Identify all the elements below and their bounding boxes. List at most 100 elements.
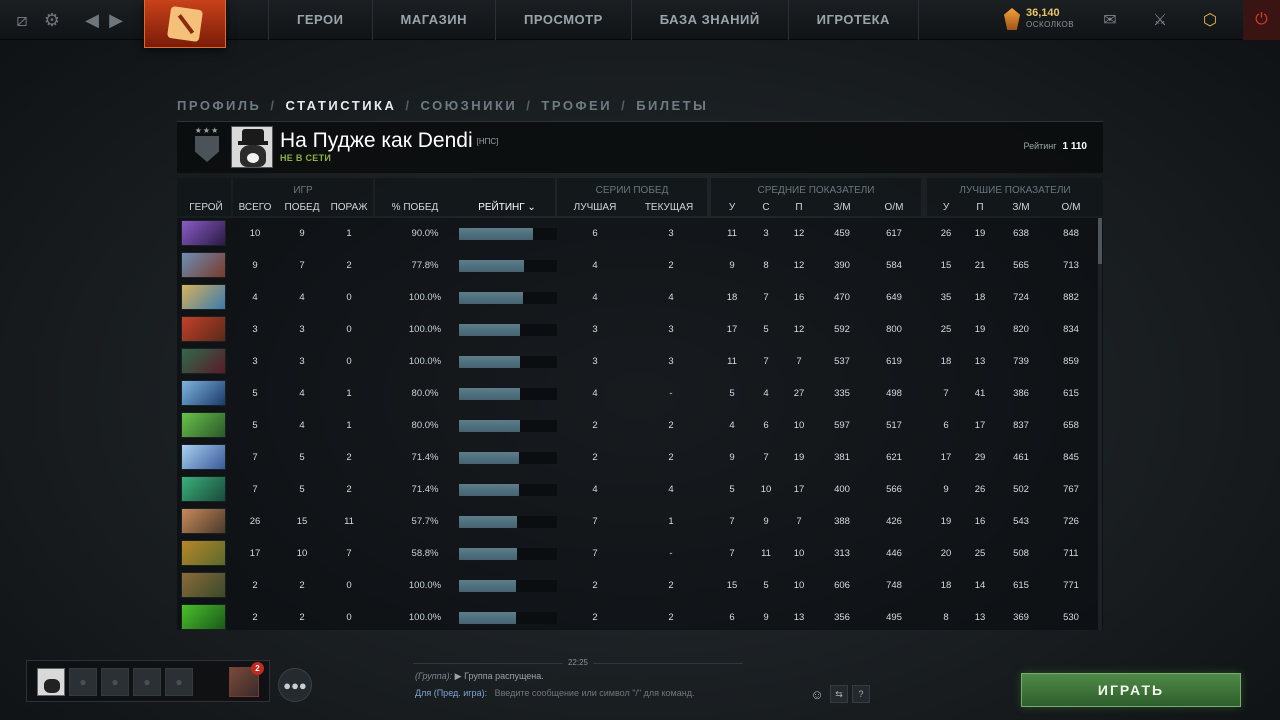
hero-portrait[interactable] [181,508,226,534]
hero-portrait[interactable] [181,284,226,310]
cell-best-streak: 6 [592,228,598,239]
dota-logo-icon [166,5,204,42]
hero-portrait[interactable] [181,476,226,502]
hero-portrait[interactable] [181,220,226,246]
table-row[interactable]: 10 9 1 90.0% 6 3 11 3 12 459 617 26 19 638 848 [177,218,1097,250]
col-best-streak[interactable]: ЛУЧШАЯ [570,202,620,213]
play-button[interactable]: ИГРАТЬ [1021,673,1241,707]
col-best-gpm[interactable]: З/М [1001,202,1041,213]
table-row[interactable]: 2 2 0 100.0% 2 2 6 9 13 356 495 8 13 369 530 [177,602,1097,634]
chat-timestamp: 22:25 [413,658,743,667]
col-total[interactable]: ВСЕГО [235,202,275,213]
cell-avg-assists: 19 [793,452,805,463]
tab-tickets[interactable]: БИЛЕТЫ [636,98,708,113]
chat-channel-switch-icon[interactable]: ⇆ [830,685,848,703]
col-hero[interactable]: ГЕРОЙ [186,202,226,213]
hero-portrait[interactable] [181,444,226,470]
cell-current-streak: 3 [668,356,674,367]
cell-avg-gpm: 597 [834,420,850,431]
nav-learn[interactable]: БАЗА ЗНАНИЙ [632,0,789,40]
tab-allies[interactable]: СОЮЗНИКИ [421,98,518,113]
nav-watch[interactable]: ПРОСМОТР [496,0,632,40]
col-wins[interactable]: ПОБЕД [282,202,322,213]
col-avg-gpm[interactable]: З/М [822,202,862,213]
dota-plus-button-icon[interactable]: ⬡ [1193,0,1227,40]
cell-best-assists: 13 [974,612,986,623]
cell-best-streak: 4 [592,260,598,271]
dota-logo-button[interactable] [144,0,226,48]
table-row[interactable]: 3 3 0 100.0% 3 3 11 7 7 537 619 18 13 739 859 [177,346,1097,378]
cell-losses: 2 [346,452,352,463]
cell-winrate: 100.0% [408,324,442,335]
rating-bar-fill [459,516,517,528]
back-icon[interactable]: ◀ [80,8,104,32]
col-winrate[interactable]: % ПОБЕД [385,202,445,213]
forward-icon[interactable]: ▶ [104,8,128,32]
cell-best-assists: 19 [974,324,986,335]
col-current-streak[interactable]: ТЕКУЩАЯ [642,202,696,213]
table-row[interactable]: 3 3 0 100.0% 3 3 17 5 12 592 800 25 19 820 834 [177,314,1097,346]
settings-icon[interactable]: ⚙ [40,8,64,32]
col-rating-sorted[interactable]: РЕЙТИНГ ⌄ [472,202,542,213]
power-icon[interactable]: ⏻ [1243,0,1280,40]
hero-portrait[interactable] [181,348,226,374]
hero-portrait[interactable] [181,412,226,438]
cell-current-streak: 2 [668,260,674,271]
party-member-avatar[interactable] [37,668,65,696]
help-icon[interactable]: ? [852,685,870,703]
tab-trophies[interactable]: ТРОФЕИ [541,98,612,113]
table-row[interactable]: 9 7 2 77.8% 4 2 9 8 12 390 584 15 21 565 713 [177,250,1097,282]
notification-hero-portrait[interactable]: 2 [229,662,264,697]
empty-party-slot[interactable]: ● [69,668,97,696]
table-scrollbar[interactable] [1098,218,1102,630]
table-row[interactable]: 7 5 2 71.4% 4 4 5 10 17 400 566 9 26 502 767 [177,474,1097,506]
cell-best-xpm: 771 [1063,580,1079,591]
rating-bar-fill [459,324,520,336]
armory-icon[interactable]: ⚔ [1143,0,1177,40]
scrollbar-thumb[interactable] [1098,218,1102,264]
cell-avg-gpm: 537 [834,356,850,367]
col-losses[interactable]: ПОРАЖ [329,202,369,213]
cell-wins: 7 [299,260,305,271]
hero-portrait[interactable] [181,316,226,342]
hero-portrait[interactable] [181,572,226,598]
shards-counter[interactable]: 36,140 ОСКОЛКОВ [1004,8,1074,30]
cell-best-assists: 29 [974,452,986,463]
col-best-assists[interactable]: П [960,202,1000,213]
hero-portrait[interactable] [181,540,226,566]
cell-best-streak: 2 [592,420,598,431]
avatar[interactable] [231,126,273,168]
hero-portrait[interactable] [181,252,226,278]
hero-portrait[interactable] [181,380,226,406]
chat-input[interactable]: Для (Пред. игра): Введите сообщение или … [415,688,694,698]
hero-portrait[interactable] [181,604,226,630]
table-row[interactable]: 5 4 1 80.0% 2 2 4 6 10 597 517 6 17 837 658 [177,410,1097,442]
friends-icon[interactable]: ●●● [278,668,312,702]
dota-plus-icon[interactable]: ⧄ [10,8,34,32]
empty-party-slot[interactable]: ● [133,668,161,696]
table-row[interactable]: 26 15 11 57.7% 7 1 7 9 7 388 426 19 16 543 726 [177,506,1097,538]
col-best-xpm[interactable]: О/М [1051,202,1091,213]
rating-bar [459,292,557,304]
table-row[interactable]: 7 5 2 71.4% 2 2 9 7 19 381 621 17 29 461 845 [177,442,1097,474]
empty-party-slot[interactable]: ● [101,668,129,696]
table-row[interactable]: 5 4 1 80.0% 4-5 4 27 335 498 7 41 386 615 [177,378,1097,410]
tab-statistics[interactable]: СТАТИСТИКА [286,98,397,113]
empty-party-slot[interactable]: ● [165,668,193,696]
breadcrumb-separator: / [405,98,412,113]
emoticon-icon[interactable]: ☺ [808,685,826,703]
chat-channel-label[interactable]: Для (Пред. игра): [415,688,487,698]
nav-heroes[interactable]: ГЕРОИ [268,0,373,40]
nav-store[interactable]: МАГАЗИН [373,0,497,40]
mail-icon[interactable]: ✉ [1093,0,1127,40]
table-row[interactable]: 2 2 0 100.0% 2 2 15 5 10 606 748 18 14 615 771 [177,570,1097,602]
col-avg-assists[interactable]: П [779,202,819,213]
col-avg-xpm[interactable]: О/М [874,202,914,213]
tab-profile[interactable]: ПРОФИЛЬ [177,98,261,113]
table-row[interactable]: 4 4 0 100.0% 4 4 18 7 16 470 649 35 18 724 882 [177,282,1097,314]
nav-arcade[interactable]: ИГРОТЕКА [789,0,919,40]
table-row[interactable]: 17 10 7 58.8% 7-7 11 10 313 446 20 25 508 711 [177,538,1097,570]
rating-bar [459,548,557,560]
cell-avg-gpm: 459 [834,228,850,239]
cell-current-streak: 1 [668,516,674,527]
